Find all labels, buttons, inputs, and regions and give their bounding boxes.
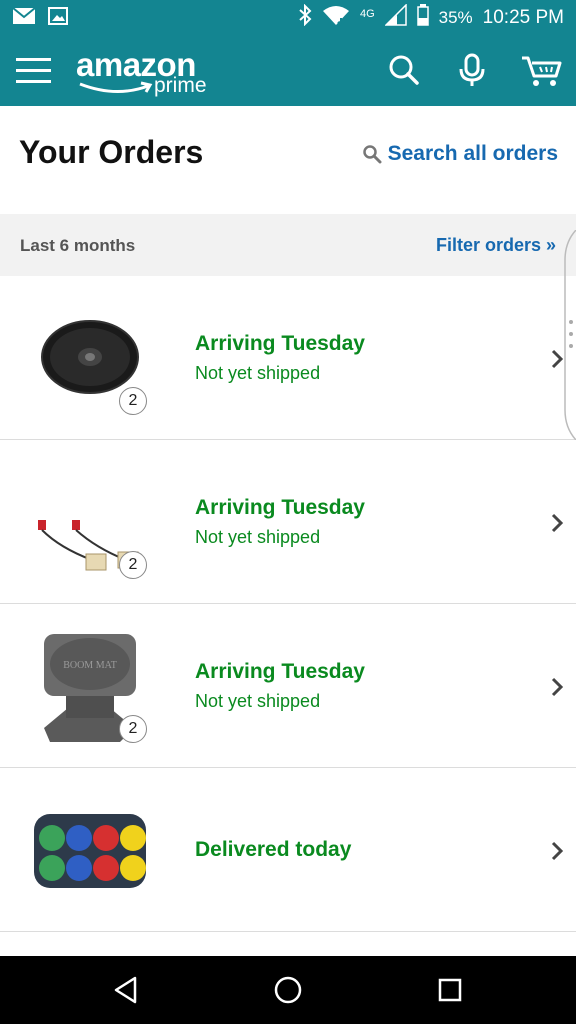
search-all-orders-link[interactable]: Search all orders (362, 142, 558, 166)
delivery-status: Arriving Tuesday (195, 496, 365, 519)
status-bar: 4G 35% 10:25 PM (0, 0, 576, 36)
small-search-icon (362, 145, 382, 164)
microphone-icon[interactable] (454, 52, 490, 88)
shipping-status: Not yet shipped (195, 527, 321, 547)
menu-icon[interactable] (16, 54, 52, 86)
home-icon[interactable] (272, 974, 304, 1006)
order-row[interactable]: BOOM MAT 2 Arriving Tuesday Not yet ship… (0, 604, 576, 768)
boom-mat-text: BOOM MAT (63, 660, 117, 671)
battery-icon (416, 4, 429, 31)
shipping-status: Not yet shipped (195, 691, 321, 711)
amazon-prime-logo[interactable]: amazon prime (76, 46, 226, 100)
wifi-icon (322, 4, 350, 31)
page-title: Your Orders (19, 134, 204, 170)
order-row[interactable]: Delivered today (0, 768, 576, 932)
recent-apps-icon[interactable] (434, 974, 466, 1006)
delivery-status: Arriving Tuesday (195, 332, 365, 355)
battery-level: 35% (438, 7, 473, 27)
order-row[interactable]: 2 Arriving Tuesday Not yet shipped (0, 276, 576, 440)
delivery-status: Arriving Tuesday (195, 660, 365, 683)
image-icon (48, 6, 68, 31)
filter-orders-link[interactable]: Filter orders » (436, 235, 556, 256)
quantity-badge: 2 (119, 715, 147, 743)
product-image-bocce-set (30, 796, 150, 906)
logo-sub: prime (154, 74, 207, 97)
bluetooth-icon (298, 3, 312, 31)
delivery-status: Delivered today (195, 838, 352, 861)
app-header: amazon prime (0, 36, 576, 106)
edge-panel-handle[interactable] (560, 229, 576, 441)
clock: 10:25 PM (482, 6, 564, 28)
network-type: 4G (359, 7, 375, 20)
quantity-badge: 2 (119, 551, 147, 579)
order-row[interactable]: 2 Arriving Tuesday Not yet shipped (0, 440, 576, 604)
chevron-right-icon (551, 841, 564, 861)
smile-arrow-icon (79, 81, 153, 94)
chevron-right-icon (551, 677, 564, 697)
orders-title-row: Your Orders Search all orders (0, 106, 576, 214)
signal-icon (383, 3, 407, 31)
mail-icon (12, 6, 36, 31)
search-all-orders-label: Search all orders (387, 142, 558, 165)
filter-bar: Last 6 months Filter orders » (0, 214, 576, 276)
system-nav-bar (0, 956, 576, 1024)
back-icon[interactable] (110, 974, 142, 1006)
time-period-label: Last 6 months (20, 236, 136, 255)
quantity-badge: 2 (119, 387, 147, 415)
search-icon[interactable] (386, 52, 422, 88)
shipping-status: Not yet shipped (195, 363, 321, 383)
cart-icon[interactable] (520, 52, 564, 88)
chevron-right-icon (551, 513, 564, 533)
